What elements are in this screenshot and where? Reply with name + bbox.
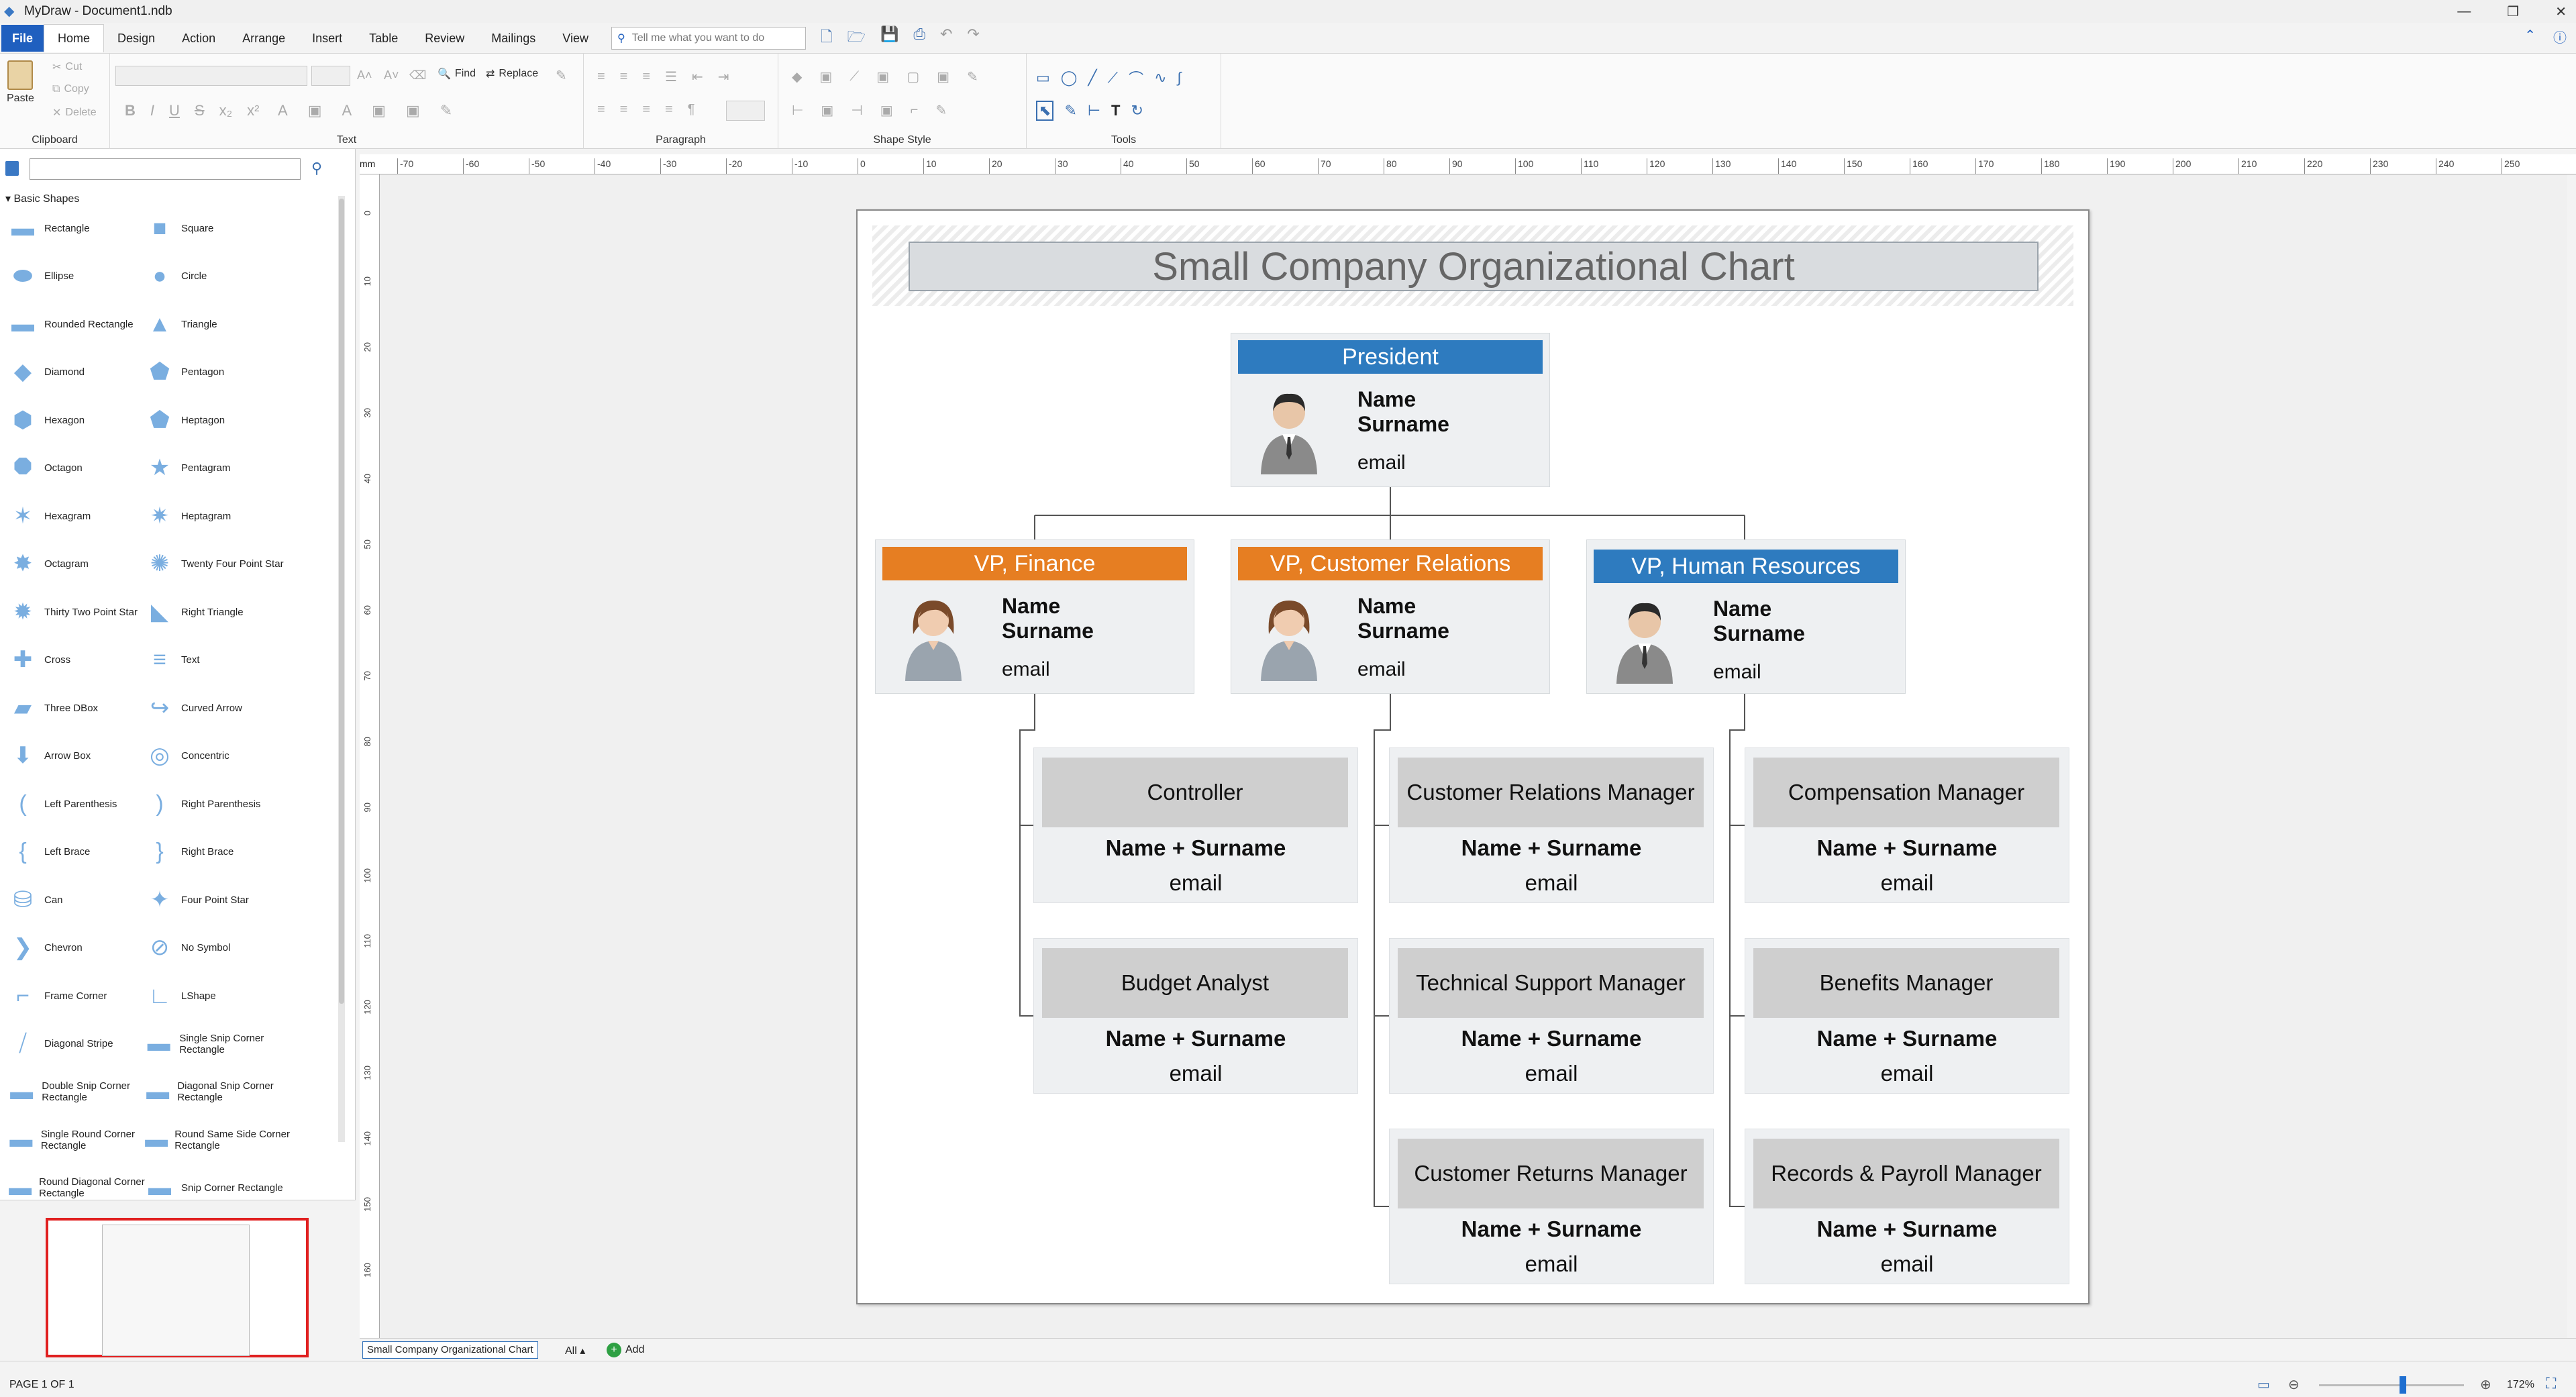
vp-email: email: [1713, 661, 1761, 683]
vp-customer-relations-card[interactable]: VP, Customer Relations Name Surname emai…: [1231, 539, 1550, 694]
president-card[interactable]: President Name Surname email: [1231, 333, 1550, 487]
vp-surname: Surname: [1713, 621, 1805, 645]
male-avatar-icon: [1261, 393, 1317, 474]
vp-name: Name: [1357, 594, 1416, 618]
manager-email: email: [1525, 1061, 1578, 1086]
add-page-button[interactable]: + Add: [607, 1343, 644, 1357]
fit-page-icon[interactable]: ⛶: [2546, 1375, 2556, 1392]
connector-lines: [1019, 487, 1749, 1207]
vp-surname: Surname: [1002, 619, 1094, 643]
manager-card[interactable]: Records & Payroll Manager Name + Surname e…: [1745, 1129, 2069, 1284]
status-bar: PAGE 1 OF 1 ▭ ⊖ ⊕ 172% ⛶: [0, 1361, 2576, 1397]
manager-name: Name + Surname: [1105, 835, 1286, 860]
manager-role: Records & Payroll Manager: [1753, 1139, 2059, 1208]
manager-email: email: [1880, 1061, 1934, 1086]
manager-role: Customer Relations Manager: [1398, 758, 1704, 827]
manager-name: Name + Surname: [1461, 835, 1642, 860]
manager-role: Customer Returns Manager: [1398, 1139, 1704, 1208]
manager-name: Name + Surname: [1816, 835, 1998, 860]
manager-email: email: [1880, 1251, 1934, 1276]
vp-name: Name: [1713, 597, 1772, 621]
vp-role: VP, Human Resources: [1594, 550, 1898, 583]
manager-card[interactable]: Customer Relations Manager Name + Surname…: [1389, 747, 1714, 903]
female-avatar-icon: [905, 601, 962, 681]
manager-role: Controller: [1042, 758, 1348, 827]
manager-email: email: [1525, 870, 1578, 895]
female-avatar-icon: [1261, 601, 1317, 681]
zoom-slider-thumb[interactable]: [2400, 1376, 2406, 1394]
zoom-out-icon[interactable]: ⊖: [2288, 1376, 2300, 1393]
vp-name: Name: [1002, 594, 1061, 618]
vp-role: VP, Customer Relations: [1238, 547, 1543, 580]
manager-email: email: [1880, 870, 1934, 895]
manager-name: Name + Surname: [1816, 1026, 1998, 1051]
vp-human-resources-card[interactable]: VP, Human Resources Name Surname email: [1586, 539, 1906, 694]
manager-card[interactable]: Controller Name + Surname email: [1033, 747, 1358, 903]
page-count: PAGE 1 OF 1: [9, 1379, 74, 1390]
manager-role: Technical Support Manager: [1398, 948, 1704, 1018]
president-name: Name: [1357, 387, 1416, 411]
manager-name: Name + Surname: [1461, 1217, 1642, 1241]
manager-role: Compensation Manager: [1753, 758, 2059, 827]
zoom-level: 172%: [2507, 1379, 2534, 1390]
president-surname: Surname: [1357, 412, 1449, 436]
fit-window-icon[interactable]: ▭: [2257, 1376, 2270, 1393]
add-icon: +: [607, 1343, 621, 1357]
manager-email: email: [1169, 1061, 1223, 1086]
president-role: President: [1238, 340, 1543, 374]
manager-email: email: [1169, 870, 1223, 895]
zoom-in-icon[interactable]: ⊕: [2480, 1376, 2491, 1393]
manager-card[interactable]: Benefits Manager Name + Surname email: [1745, 938, 2069, 1094]
manager-card[interactable]: Budget Analyst Name + Surname email: [1033, 938, 1358, 1094]
page-tabs-bar: Small Company Organizational Chart All ▴…: [360, 1338, 2576, 1361]
manager-name: Name + Surname: [1816, 1217, 1998, 1241]
manager-email: email: [1525, 1251, 1578, 1276]
manager-name: Name + Surname: [1461, 1026, 1642, 1051]
manager-card[interactable]: Customer Returns Manager Name + Surname em…: [1389, 1129, 1714, 1284]
all-pages-button[interactable]: All ▴: [565, 1344, 585, 1357]
manager-name: Name + Surname: [1105, 1026, 1286, 1051]
zoom-slider[interactable]: [2319, 1384, 2464, 1386]
vp-finance-card[interactable]: VP, Finance Name Surname email: [875, 539, 1194, 694]
vp-surname: Surname: [1357, 619, 1449, 643]
manager-card[interactable]: Compensation Manager Name + Surname email: [1745, 747, 2069, 903]
add-page-label: Add: [625, 1344, 645, 1355]
male-avatar-icon: [1616, 603, 1673, 684]
manager-card[interactable]: Technical Support Manager Name + Surname e…: [1389, 938, 1714, 1094]
all-pages-label: All: [565, 1345, 577, 1357]
vp-email: email: [1002, 658, 1050, 680]
manager-role: Benefits Manager: [1753, 948, 2059, 1018]
vp-email: email: [1357, 658, 1406, 680]
president-email: email: [1357, 452, 1406, 474]
page-tab-current[interactable]: Small Company Organizational Chart: [362, 1341, 538, 1359]
vp-role: VP, Finance: [882, 547, 1187, 580]
manager-role: Budget Analyst: [1042, 948, 1348, 1018]
